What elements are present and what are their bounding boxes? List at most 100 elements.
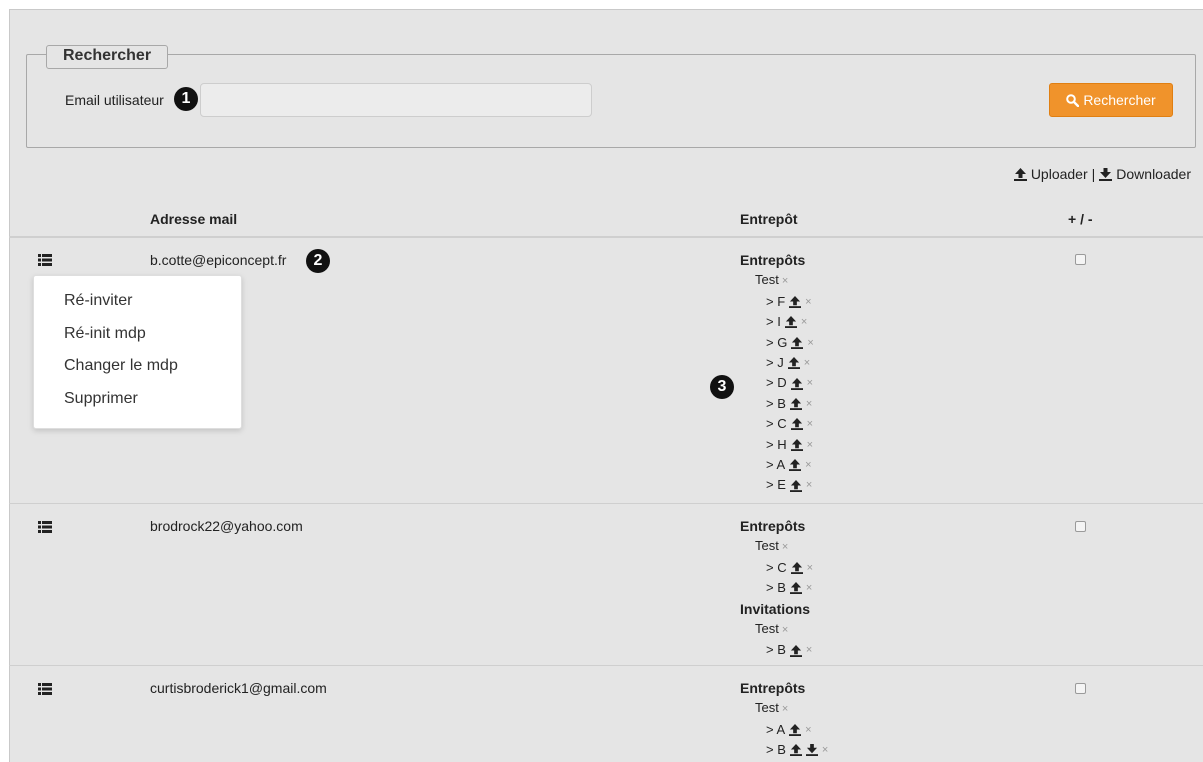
- remove-icon[interactable]: ×: [806, 394, 812, 414]
- menu-item-reinvite[interactable]: Ré-inviter: [34, 285, 241, 318]
- remove-icon[interactable]: ×: [782, 275, 788, 287]
- download-icon: [805, 744, 818, 757]
- remove-icon[interactable]: ×: [807, 333, 813, 353]
- row-checkbox[interactable]: [1075, 683, 1086, 694]
- remove-icon[interactable]: ×: [807, 435, 813, 455]
- callout-2: 2: [306, 249, 330, 273]
- search-button-label: Rechercher: [1083, 92, 1156, 108]
- warehouse-tree: Entrepôts Test × > C × > B × Invitations Test × > …: [740, 516, 813, 661]
- user-email: curtisbroderick1@gmail.com: [150, 680, 327, 696]
- warehouse-item: > B ×: [740, 394, 814, 414]
- remove-icon[interactable]: ×: [782, 703, 788, 715]
- menu-item-delete[interactable]: Supprimer: [34, 383, 241, 416]
- group-label: Test: [755, 621, 779, 637]
- warehouse-tree: Entrepôts Test × > F × > I × > G × > J × > D × > B × > …: [740, 250, 814, 496]
- section-heading: Entrepôts: [740, 252, 806, 268]
- remove-icon[interactable]: ×: [782, 624, 788, 636]
- remove-icon[interactable]: ×: [782, 541, 788, 553]
- row-checkbox[interactable]: [1075, 521, 1086, 532]
- remove-icon[interactable]: ×: [804, 353, 810, 373]
- upload-icon: [789, 644, 802, 657]
- search-button[interactable]: Rechercher: [1049, 83, 1173, 117]
- warehouse-item-label: > G: [766, 334, 788, 350]
- warehouse-item: > A ×: [740, 720, 828, 740]
- warehouse-item: > B ×: [740, 740, 828, 760]
- group-label: Test: [755, 538, 779, 554]
- list-menu-icon[interactable]: [38, 683, 52, 695]
- remove-icon[interactable]: ×: [807, 558, 813, 578]
- permission-legend: Uploader | Downloader: [1013, 166, 1191, 182]
- user-email: b.cotte@epiconcept.fr: [150, 252, 287, 268]
- warehouse-item-label: > H: [766, 436, 787, 452]
- upload-icon: [790, 377, 803, 390]
- remove-icon[interactable]: ×: [807, 414, 813, 434]
- callout-3: 3: [710, 375, 734, 399]
- upload-icon: [789, 724, 802, 737]
- menu-item-change-password[interactable]: Changer le mdp: [34, 350, 241, 383]
- search-legend: Rechercher: [46, 45, 169, 69]
- upload-icon: [784, 316, 797, 329]
- download-icon: [1099, 167, 1113, 181]
- user-email: brodrock22@yahoo.com: [150, 518, 303, 534]
- row-checkbox[interactable]: [1075, 254, 1086, 265]
- column-header-email: Adresse mail: [150, 211, 238, 227]
- row-divider: [9, 503, 1203, 504]
- upload-icon: [790, 418, 803, 431]
- warehouse-item-label: > J: [766, 355, 784, 371]
- warehouse-item: > C ×: [740, 558, 813, 578]
- search-icon: [1066, 93, 1080, 107]
- email-input[interactable]: [200, 83, 592, 117]
- uploader-label: Uploader: [1030, 166, 1088, 182]
- upload-icon: [789, 296, 802, 309]
- remove-icon[interactable]: ×: [805, 455, 811, 475]
- remove-icon[interactable]: ×: [806, 640, 812, 660]
- section-heading: Entrepôts: [740, 680, 806, 696]
- group-label: Test: [755, 700, 779, 716]
- warehouse-item: > E ×: [740, 475, 814, 495]
- warehouse-item: > H ×: [740, 435, 814, 455]
- warehouse-item-label: > C: [766, 416, 787, 432]
- row-divider: [9, 665, 1203, 666]
- warehouse-item-label: > B: [766, 742, 786, 758]
- upload-icon: [790, 438, 803, 451]
- warehouse-item-label: > C: [766, 559, 787, 575]
- callout-1: 1: [174, 87, 198, 111]
- menu-item-reset-password[interactable]: Ré-init mdp: [34, 318, 241, 351]
- remove-icon[interactable]: ×: [807, 373, 813, 393]
- remove-icon[interactable]: ×: [805, 292, 811, 312]
- remove-icon[interactable]: ×: [805, 720, 811, 740]
- upload-icon: [787, 357, 800, 370]
- warehouse-item: > J ×: [740, 353, 814, 373]
- group-name: Test ×: [740, 698, 828, 719]
- downloader-label: Downloader: [1116, 166, 1191, 182]
- section-heading: Entrepôts: [740, 518, 806, 534]
- legend-separator: |: [1091, 166, 1096, 182]
- list-menu-icon[interactable]: [38, 521, 52, 533]
- warehouse-item: > B ×: [740, 640, 813, 660]
- upload-icon: [790, 562, 803, 575]
- warehouse-tree: Entrepôts Test × > A × > B ×: [740, 678, 828, 761]
- warehouse-item-label: > D: [766, 375, 787, 391]
- warehouse-item-label: > B: [766, 580, 786, 596]
- remove-icon[interactable]: ×: [806, 578, 812, 598]
- warehouse-item-label: > E: [766, 477, 786, 493]
- list-menu-icon[interactable]: [38, 254, 52, 266]
- warehouse-item-label: > B: [766, 395, 786, 411]
- warehouse-item-label: > A: [766, 721, 786, 737]
- group-name: Test ×: [740, 619, 813, 640]
- remove-icon[interactable]: ×: [822, 740, 828, 760]
- upload-icon: [791, 336, 804, 349]
- remove-icon[interactable]: ×: [801, 312, 807, 332]
- upload-icon: [789, 398, 802, 411]
- warehouse-item-label: > F: [766, 293, 786, 309]
- warehouse-item: > F ×: [740, 292, 814, 312]
- email-field-label: Email utilisateur: [65, 92, 164, 108]
- group-name: Test ×: [740, 270, 814, 291]
- upload-icon: [789, 479, 802, 492]
- section-heading: Invitations: [740, 600, 811, 617]
- remove-icon[interactable]: ×: [806, 475, 812, 495]
- warehouse-item: > A ×: [740, 455, 814, 475]
- table-header-divider: [9, 236, 1203, 238]
- upload-icon: [789, 582, 802, 595]
- warehouse-item: > C ×: [740, 414, 814, 434]
